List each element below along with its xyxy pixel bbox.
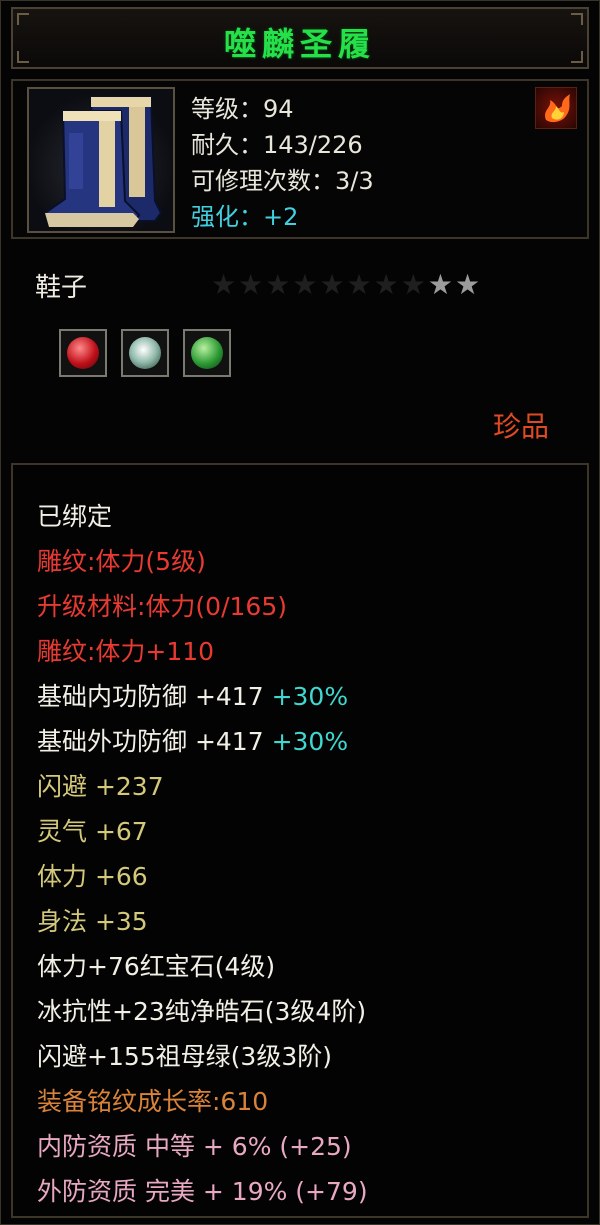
stamina-line: 体力 +66	[37, 862, 148, 891]
dodge-line: 闪避 +237	[37, 772, 164, 801]
outer-defense-line: 基础外功防御 +417 +30%	[37, 722, 348, 758]
star-empty-icon: ★	[373, 268, 399, 301]
star-empty-icon: ★	[319, 268, 345, 301]
engrave-bonus-line: 雕纹:体力+110	[37, 637, 215, 666]
star-empty-icon: ★	[400, 268, 426, 301]
star-empty-icon: ★	[346, 268, 372, 301]
bound-status: 已绑定	[37, 502, 113, 531]
growth-rate-line: 装备铭纹成长率:610	[37, 1087, 269, 1116]
emerald-gem-icon[interactable]	[183, 329, 231, 377]
boots-icon[interactable]	[27, 87, 175, 233]
inner-defense-value: 基础内功防御 +417	[37, 682, 264, 711]
gem-ruby-line: 体力+76红宝石(4级)	[37, 952, 276, 981]
item-level: 等级：94	[191, 95, 294, 123]
gem-emerald-line: 闪避+155祖母绿(3级3阶)	[37, 1042, 332, 1071]
star-empty-icon: ★	[265, 268, 291, 301]
outer-quality-line: 外防资质 完美 + 19% (+79)	[37, 1177, 368, 1206]
inner-defense-bonus: +30%	[271, 682, 349, 711]
inner-defense-line: 基础内功防御 +417 +30%	[37, 677, 348, 713]
engrave-line: 雕纹:体力(5级)	[37, 547, 206, 576]
item-type: 鞋子	[35, 273, 88, 303]
gem-diamond-line: 冰抗性+23纯净皓石(3级4阶)	[37, 997, 367, 1026]
outer-defense-value: 基础外功防御 +417	[37, 727, 264, 756]
upgrade-material-line: 升级材料:体力(0/165)	[37, 592, 287, 621]
star-empty-icon: ★	[238, 268, 264, 301]
star-empty-icon: ★	[292, 268, 318, 301]
item-header: 等级：94 耐久：143/226 可修理次数：3/3 强化：+2	[11, 79, 589, 239]
inner-quality-line: 内防资质 中等 + 6% (+25)	[37, 1132, 352, 1161]
star-empty-icon: ★	[211, 268, 237, 301]
star-filled-icon: ★	[454, 268, 481, 301]
title-bar: 噬麟圣履	[11, 7, 589, 69]
star-filled-icon: ★	[427, 268, 453, 301]
star-rating: ★★★★★★★★★★	[211, 271, 482, 299]
agility-line: 身法 +35	[37, 907, 148, 936]
item-tooltip: 噬麟圣履 等级：94 耐久：143/226 可修理次数：3/3 强化：+2 鞋子…	[0, 0, 600, 1225]
diamond-gem-icon[interactable]	[121, 329, 169, 377]
item-name: 噬麟圣履	[223, 25, 376, 63]
item-durability: 耐久：143/226	[191, 131, 363, 159]
item-enhance: 强化：+2	[191, 203, 299, 231]
flame-icon	[535, 87, 577, 129]
outer-defense-bonus: +30%	[271, 727, 349, 756]
properties-panel: 已绑定 雕纹:体力(5级) 升级材料:体力(0/165) 雕纹:体力+110 基…	[11, 463, 589, 1218]
quality-label: 珍品	[493, 410, 550, 443]
ruby-gem-icon[interactable]	[59, 329, 107, 377]
spirit-line: 灵气 +67	[37, 817, 148, 846]
item-repair-count: 可修理次数：3/3	[191, 167, 374, 195]
